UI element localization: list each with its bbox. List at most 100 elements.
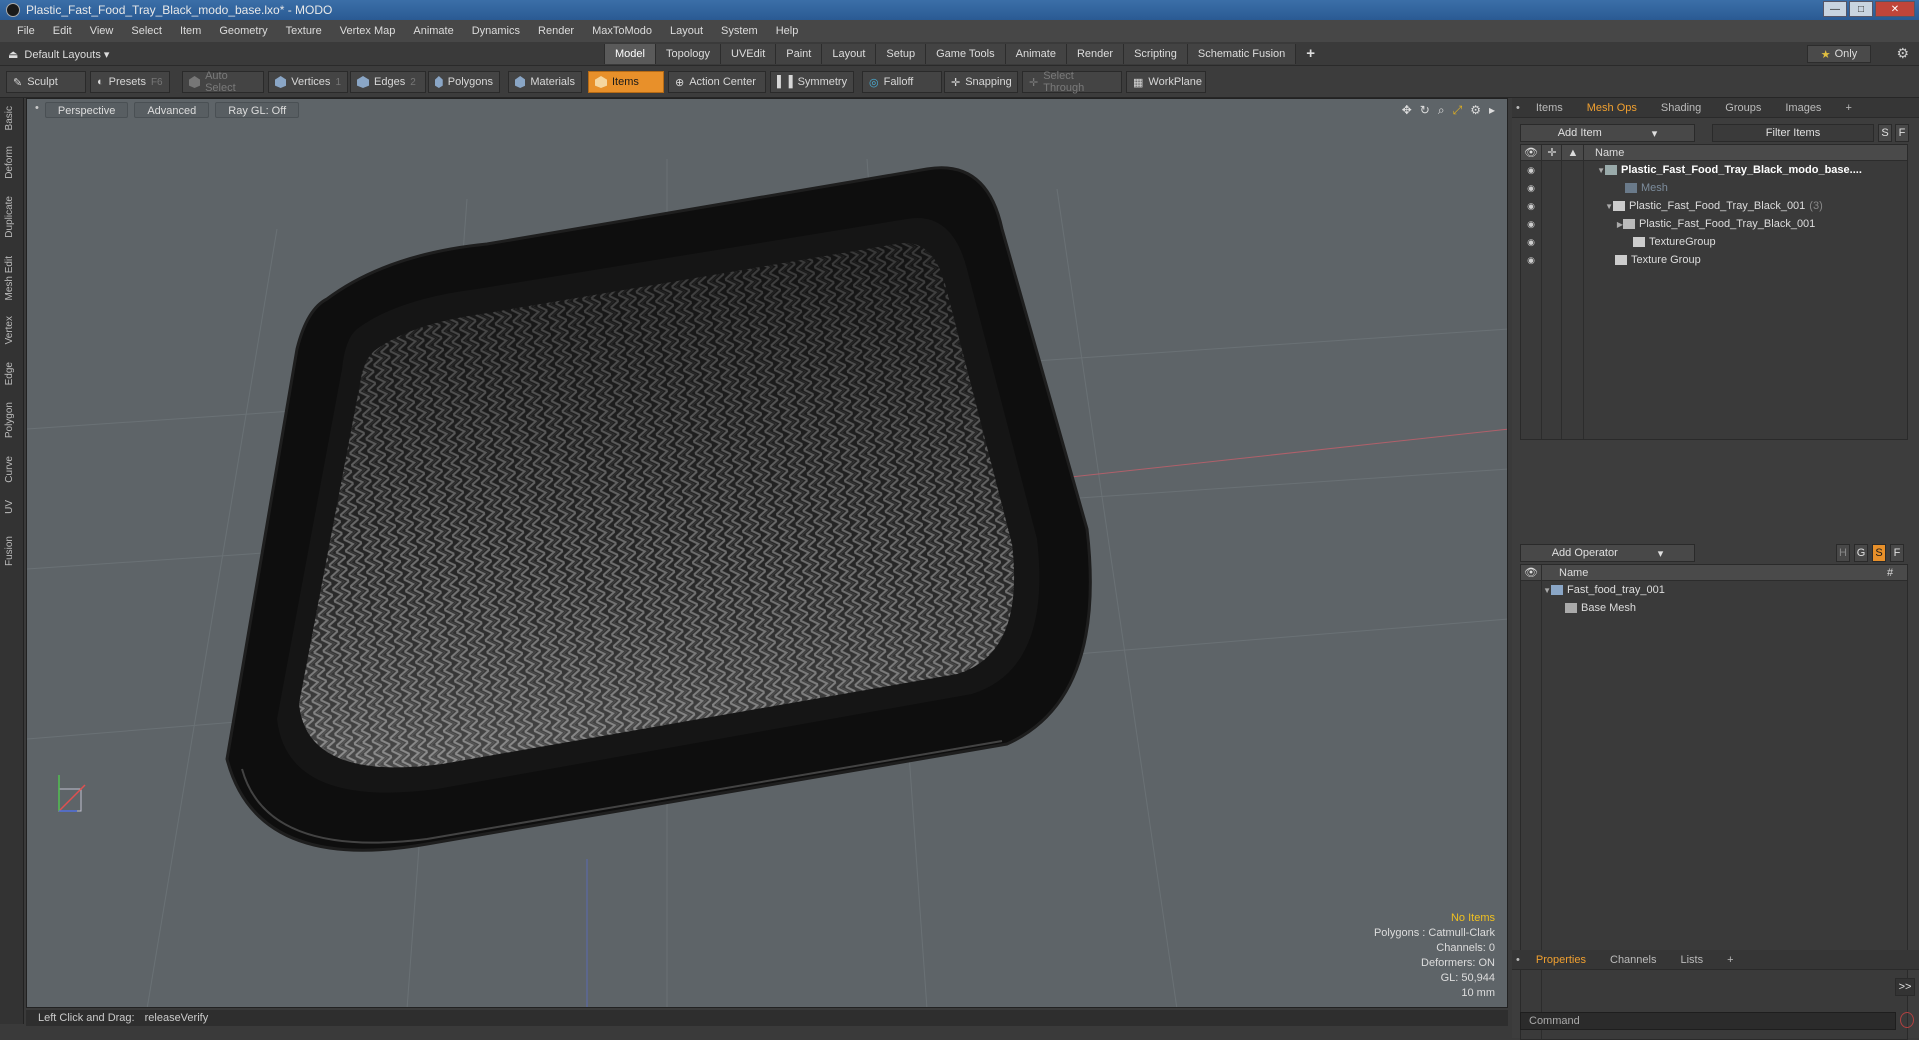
record-icon[interactable] <box>1900 1012 1914 1028</box>
visibility-icon[interactable]: ◉ <box>1521 255 1541 266</box>
menu-dynamics[interactable]: Dynamics <box>463 25 529 37</box>
snapping-button[interactable]: ✛ Snapping <box>944 71 1018 93</box>
tab-lists[interactable]: Lists <box>1668 950 1715 970</box>
menu-view[interactable]: View <box>81 25 123 37</box>
strip-polygon[interactable]: Polygon <box>4 402 15 438</box>
layouts-dropdown[interactable]: ⏏ Default Layouts ▾ <box>8 45 109 63</box>
tab-topology[interactable]: Topology <box>654 44 721 64</box>
minimize-button[interactable]: — <box>1823 1 1847 17</box>
menu-item[interactable]: Item <box>171 25 210 37</box>
g-button[interactable]: G <box>1854 544 1868 562</box>
sculpt-button[interactable]: ✎ Sculpt <box>6 71 86 93</box>
workplane-button[interactable]: ▦ WorkPlane <box>1126 71 1206 93</box>
command-input[interactable]: Command <box>1520 1012 1896 1030</box>
edges-button[interactable]: Edges 2 <box>350 71 426 93</box>
tab-render[interactable]: Render <box>1065 44 1124 64</box>
perspective-dropdown[interactable]: Perspective <box>44 102 129 118</box>
tab-model[interactable]: Model <box>604 44 655 64</box>
tree-row-mesh[interactable]: ◉ Mesh <box>1521 179 1907 197</box>
h-button[interactable]: H <box>1836 544 1850 562</box>
panel-menu-icon[interactable]: • <box>1512 950 1524 970</box>
3d-viewport[interactable]: • Perspective Advanced Ray GL: Off ✥ ↻ ⌕… <box>26 98 1508 1008</box>
tab-setup[interactable]: Setup <box>875 44 926 64</box>
strip-mesh-edit[interactable]: Mesh Edit <box>4 256 15 300</box>
tab-items[interactable]: Items <box>1524 98 1575 118</box>
menu-system[interactable]: System <box>712 25 767 37</box>
menu-file[interactable]: File <box>8 25 44 37</box>
expand-more-button[interactable]: >> <box>1895 978 1915 996</box>
visibility-icon[interactable]: ◉ <box>1521 219 1541 230</box>
tree-row-texturegroup[interactable]: ◉ TextureGroup <box>1521 233 1907 251</box>
strip-basic[interactable]: Basic <box>4 106 15 130</box>
tab-properties[interactable]: Properties <box>1524 950 1598 970</box>
fit-icon[interactable]: ⤢ <box>1453 103 1463 118</box>
menu-geometry[interactable]: Geometry <box>210 25 276 37</box>
f-toggle-button[interactable]: F <box>1890 544 1904 562</box>
menu-help[interactable]: Help <box>767 25 808 37</box>
tab-schematic-fusion[interactable]: Schematic Fusion <box>1186 44 1296 64</box>
materials-button[interactable]: Materials <box>508 71 582 93</box>
gear-icon[interactable]: ⚙ <box>1896 45 1909 62</box>
tree-row-mesh-item[interactable]: ◉ ▶ Plastic_Fast_Food_Tray_Black_001 <box>1521 215 1907 233</box>
strip-uv[interactable]: UV <box>4 500 15 514</box>
menu-vertex-map[interactable]: Vertex Map <box>331 25 405 37</box>
tree-row-scene[interactable]: ◉ ▼ Plastic_Fast_Food_Tray_Black_modo_ba… <box>1521 161 1907 179</box>
tree-row-texture-group[interactable]: ◉ Texture Group <box>1521 251 1907 269</box>
expand-icon[interactable]: ▼ <box>1521 586 1551 595</box>
expand-icon[interactable]: ▶ <box>1541 220 1623 229</box>
tab-game-tools[interactable]: Game Tools <box>925 44 1005 64</box>
meshop-row-mesh[interactable]: ▼ Fast_food_tray_001 <box>1521 581 1907 599</box>
tab-channels[interactable]: Channels <box>1598 950 1668 970</box>
select-through-button[interactable]: ✛ Select Through <box>1022 70 1122 94</box>
visibility-icon[interactable]: ◉ <box>1521 201 1541 212</box>
tab-animate[interactable]: Animate <box>1004 44 1066 64</box>
viewport-expand-icon[interactable]: ▸ <box>1489 103 1495 118</box>
strip-vertex[interactable]: Vertex <box>4 316 15 344</box>
menu-layout[interactable]: Layout <box>661 25 712 37</box>
tab-shading[interactable]: Shading <box>1649 98 1713 118</box>
menu-texture[interactable]: Texture <box>277 25 331 37</box>
symmetry-button[interactable]: ▌▐ Symmetry <box>770 71 854 93</box>
tab-scripting[interactable]: Scripting <box>1123 44 1187 64</box>
presets-button[interactable]: ◐ Presets F6 <box>90 71 170 93</box>
maximize-button[interactable]: □ <box>1849 1 1873 17</box>
strip-curve[interactable]: Curve <box>4 456 15 483</box>
meshop-row-base[interactable]: Base Mesh <box>1521 599 1907 617</box>
tab-images[interactable]: Images <box>1773 98 1833 118</box>
add-panel-tab-button[interactable]: + <box>1833 98 1863 118</box>
vertices-button[interactable]: Vertices 1 <box>268 71 348 93</box>
polygons-button[interactable]: Polygons <box>428 71 500 93</box>
tab-layout[interactable]: Layout <box>821 44 876 64</box>
visibility-icon[interactable]: ◉ <box>1521 183 1541 194</box>
strip-deform[interactable]: Deform <box>4 146 15 179</box>
expand-icon[interactable]: ▼ <box>1541 166 1605 175</box>
add-props-tab-button[interactable]: + <box>1715 950 1745 970</box>
auto-select-button[interactable]: Auto Select <box>182 70 264 94</box>
s-button[interactable]: S <box>1878 124 1892 142</box>
viewport-menu-icon[interactable]: • <box>35 102 39 118</box>
filter-items-input[interactable]: Filter Items <box>1712 124 1874 142</box>
menu-edit[interactable]: Edit <box>44 25 81 37</box>
action-center-button[interactable]: ⊕ Action Center <box>668 71 766 93</box>
raygl-dropdown[interactable]: Ray GL: Off <box>215 102 300 118</box>
rotate-icon[interactable]: ↻ <box>1420 103 1430 118</box>
menu-maxtomodo[interactable]: MaxToModo <box>583 25 661 37</box>
add-item-dropdown[interactable]: Add Item ▾ <box>1520 124 1695 142</box>
visibility-icon[interactable]: ◉ <box>1521 237 1541 248</box>
s-toggle-button[interactable]: S <box>1872 544 1886 562</box>
tab-paint[interactable]: Paint <box>775 44 822 64</box>
viewport-gear-icon[interactable]: ⚙ <box>1470 103 1481 118</box>
tab-uvedit[interactable]: UVEdit <box>720 44 776 64</box>
strip-edge[interactable]: Edge <box>4 362 15 385</box>
advanced-dropdown[interactable]: Advanced <box>134 102 210 118</box>
strip-duplicate[interactable]: Duplicate <box>4 196 15 238</box>
menu-select[interactable]: Select <box>122 25 171 37</box>
falloff-button[interactable]: ◎ Falloff <box>862 71 942 93</box>
tab-mesh-ops[interactable]: Mesh Ops <box>1575 98 1649 118</box>
tab-groups[interactable]: Groups <box>1713 98 1773 118</box>
expand-icon[interactable]: ▼ <box>1541 202 1613 211</box>
zoom-icon[interactable]: ⌕ <box>1438 103 1445 118</box>
close-button[interactable]: ✕ <box>1875 1 1915 17</box>
pan-icon[interactable]: ✥ <box>1402 103 1412 118</box>
menu-animate[interactable]: Animate <box>404 25 462 37</box>
